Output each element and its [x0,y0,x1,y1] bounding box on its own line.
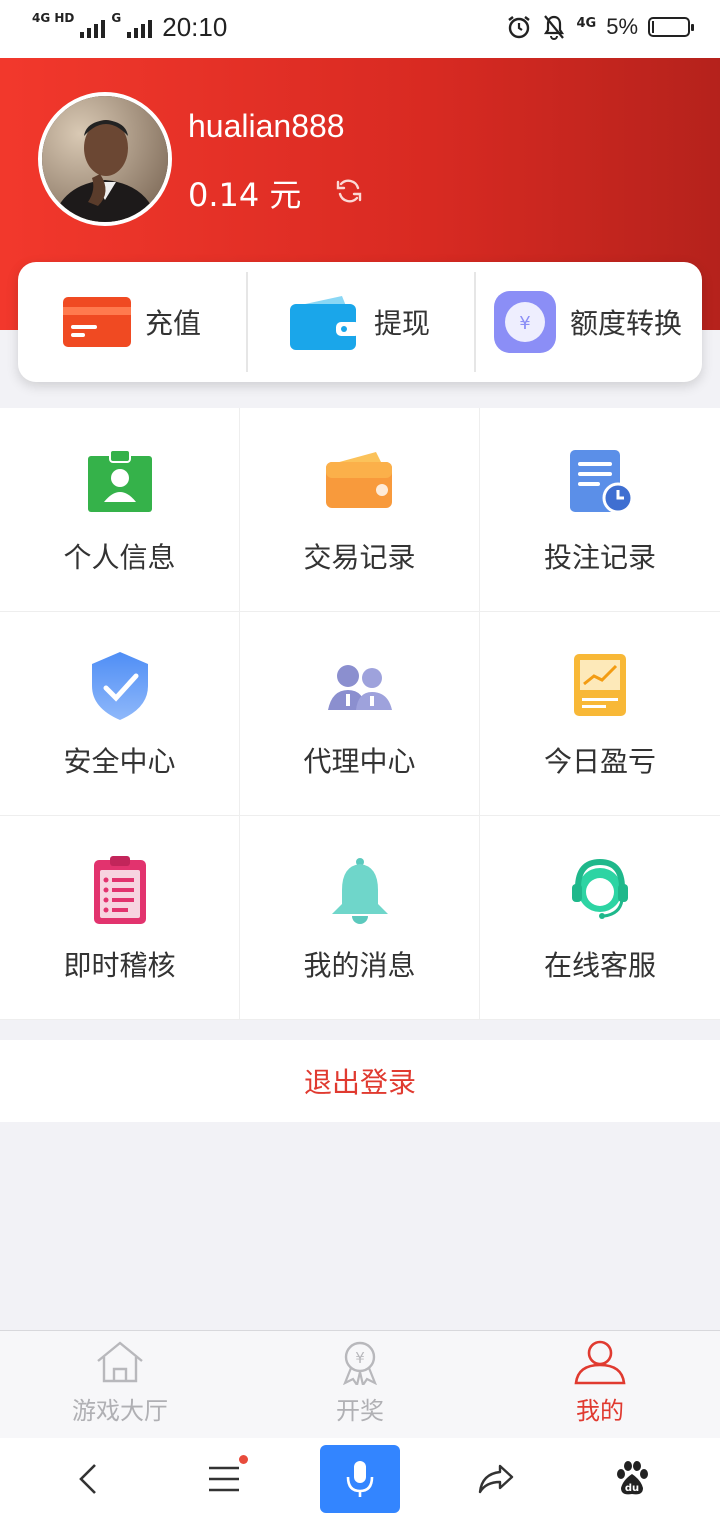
refresh-icon[interactable] [334,176,364,206]
avatar[interactable] [38,92,172,226]
menu-item-customer-service[interactable]: 在线客服 [480,816,720,1020]
back-button[interactable] [48,1445,128,1513]
battery-percent: 5% [606,14,638,39]
baidu-paw-icon: du [617,1461,648,1495]
voice-search-button[interactable] [320,1445,400,1513]
menu-item-messages[interactable]: 我的消息 [240,816,480,1020]
credit-transfer-button[interactable]: ¥ 额度转换 [474,262,702,382]
status-bar-left: 4G HD G 20:10 [32,12,227,43]
menu-label-messages: 我的消息 [303,949,416,982]
signal-strength-icon-2 [127,18,153,38]
menu-grid: 个人信息 交易记录 投注记录 安全中心 代理中心 今日盈亏 即时稽核 我的消息 … [0,408,720,1020]
menu-icon [209,1466,239,1492]
bell-icon [331,858,388,924]
menu-item-transactions[interactable]: 交易记录 [240,408,480,612]
network-type-label-2: G [111,10,122,25]
logout-label: 退出登录 [303,1066,416,1099]
bottom-tab-bar: 游戏大厅 ¥ 开奖 我的 [0,1330,720,1438]
tab-label-mine: 我的 [576,1397,624,1425]
tab-label-game-lobby: 游戏大厅 [72,1397,168,1425]
share-icon [478,1464,514,1494]
notification-dot [239,1455,248,1464]
menu-item-instant-audit[interactable]: 即时稽核 [0,816,240,1020]
share-button[interactable] [456,1445,536,1513]
tab-game-lobby[interactable]: 游戏大厅 [0,1331,240,1438]
home-icon [97,1341,143,1383]
menu-item-personal-info[interactable]: 个人信息 [0,408,240,612]
chart-board-icon [574,654,626,716]
logout-button[interactable]: 退出登录 [0,1040,720,1122]
menu-item-agent[interactable]: 代理中心 [240,612,480,816]
withdraw-button[interactable]: 提现 [246,262,474,382]
yen-exchange-icon: ¥ [493,291,556,353]
network-4g-label: 4G [576,15,597,31]
wallet-record-icon [325,452,392,508]
menu-item-security[interactable]: 安全中心 [0,612,240,816]
svg-text:¥: ¥ [519,313,530,334]
baidu-button[interactable]: du [592,1445,672,1513]
clipboard-checklist-icon [93,856,146,924]
wallet-actions-card: 充值 提现 ¥ 额度转换 [18,262,702,382]
status-time: 20:10 [162,12,228,42]
recharge-label: 充值 [144,307,201,340]
battery-icon [648,17,694,37]
menu-label-transactions: 交易记录 [303,541,416,574]
wallet-icon [289,296,360,350]
username: hualian888 [188,108,345,144]
menu-label-personal-info: 个人信息 [63,541,176,574]
microphone-icon [346,1461,374,1497]
status-bar: 4G HD G 20:10 4G 5% [0,0,720,58]
svg-text:¥: ¥ [355,1349,365,1367]
balance-amount: 0.14 元 [188,176,302,214]
menu-button[interactable] [184,1445,264,1513]
award-medal-icon: ¥ [343,1341,377,1385]
svg-text:du: du [625,1483,639,1494]
network-type-label: 4G HD [32,10,75,25]
menu-item-today-pnl[interactable]: 今日盈亏 [480,612,720,816]
back-icon [79,1464,96,1494]
alarm-icon [508,16,531,39]
tab-lottery-results[interactable]: ¥ 开奖 [240,1331,480,1438]
users-icon [327,665,392,710]
browser-toolbar: du [0,1438,720,1520]
avatar-photo [42,96,168,222]
credit-transfer-label: 额度转换 [569,307,682,340]
notifications-muted-icon [544,15,565,40]
headset-agent-icon [572,858,628,919]
menu-item-bet-records[interactable]: 投注记录 [480,408,720,612]
menu-label-instant-audit: 即时稽核 [63,949,176,982]
tab-mine[interactable]: 我的 [480,1331,720,1438]
menu-label-customer-service: 在线客服 [543,949,656,982]
shield-check-icon [91,652,148,720]
id-badge-icon [87,449,152,512]
document-clock-icon [570,450,634,514]
menu-label-today-pnl: 今日盈亏 [543,745,656,778]
signal-strength-icon [80,18,106,38]
menu-label-agent: 代理中心 [303,745,416,778]
recharge-card-icon [62,297,131,347]
status-bar-right: 4G 5% [506,14,694,40]
recharge-button[interactable]: 充值 [18,262,246,382]
menu-label-bet-records: 投注记录 [543,541,656,574]
user-icon [574,1340,626,1385]
tab-label-lottery-results: 开奖 [336,1397,384,1425]
withdraw-label: 提现 [373,307,430,340]
menu-label-security: 安全中心 [63,745,176,778]
